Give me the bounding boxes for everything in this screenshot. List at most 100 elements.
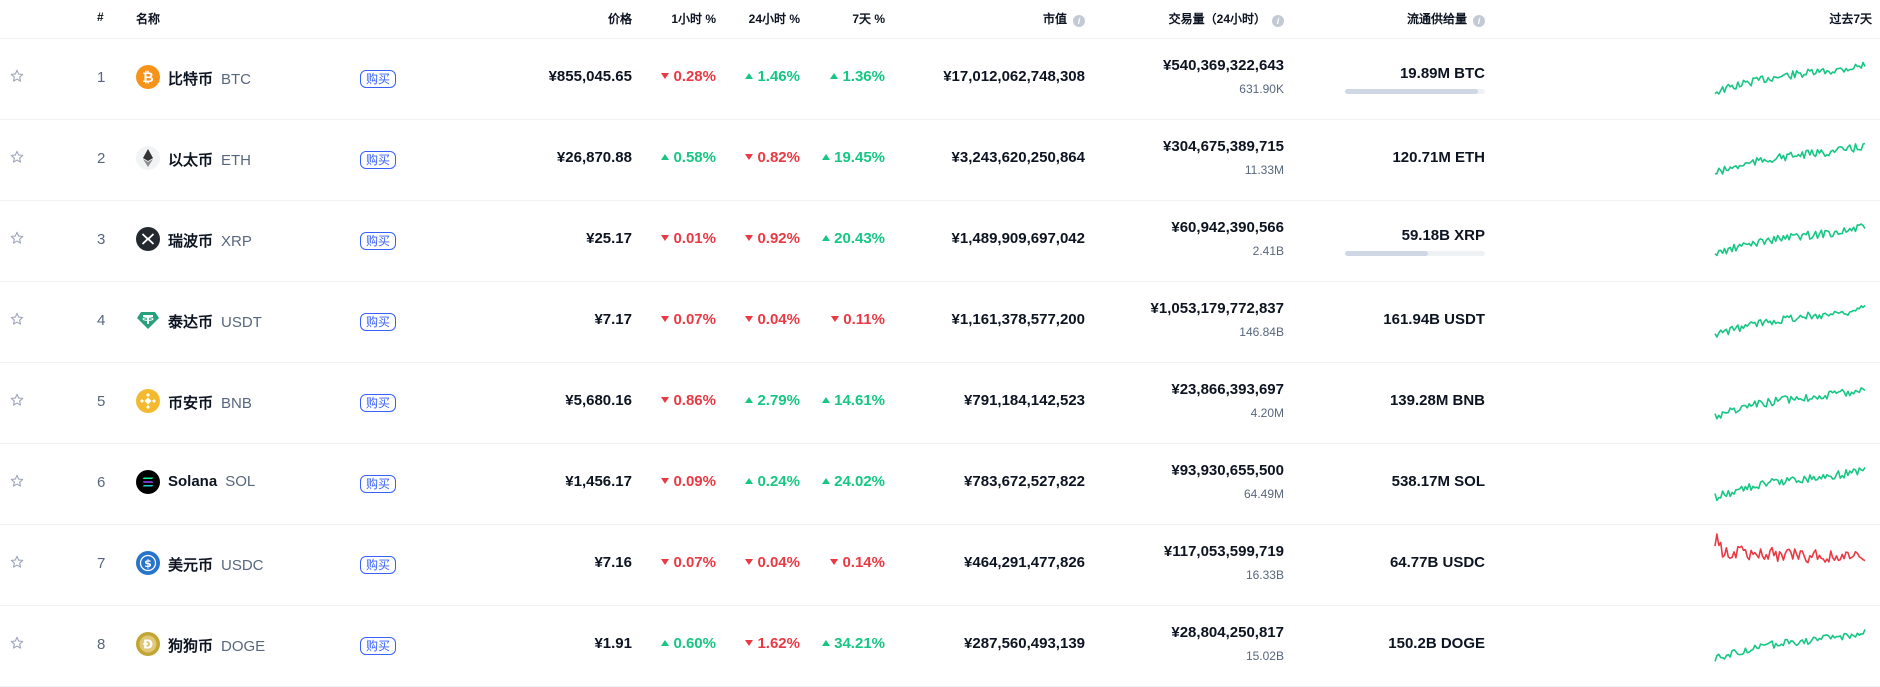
coin-name[interactable]: Solana SOL: [168, 473, 255, 490]
star-icon[interactable]: [10, 231, 24, 245]
change-7d-value: 34.21%: [834, 635, 885, 652]
star-icon[interactable]: [10, 312, 24, 326]
buy-button[interactable]: 购买: [360, 70, 397, 88]
star-icon[interactable]: [10, 636, 24, 650]
change-7d-value: 24.02%: [834, 473, 885, 490]
caret-down-icon: [745, 235, 754, 241]
table-body: 1 ₿ 比特币 BTC 购买 ¥855,045.65 0.28% 1.46% 1.…: [0, 39, 1880, 687]
star-icon[interactable]: [10, 474, 24, 488]
header-mcap[interactable]: 市值 i: [1043, 10, 1085, 27]
sparkline-chart[interactable]: [1712, 449, 1872, 509]
change-7d-value: 20.43%: [834, 230, 885, 247]
info-icon[interactable]: i: [1073, 15, 1085, 27]
sparkline-chart[interactable]: [1712, 125, 1872, 185]
buy-button[interactable]: 购买: [360, 313, 397, 331]
rank: 7: [97, 555, 106, 572]
volume-24h[interactable]: ¥540,369,322,643: [1163, 57, 1284, 74]
volume-24h[interactable]: ¥60,942,390,566: [1171, 219, 1284, 236]
volume-24h[interactable]: ¥23,866,393,697: [1171, 381, 1284, 398]
caret-down-icon: [830, 559, 839, 565]
volume-coin: 16.33B: [1245, 568, 1284, 582]
sparkline-path: [1714, 142, 1866, 175]
table-row[interactable]: 8 Ð 狗狗币 DOGE 购买 ¥1.91 0.60% 1.62% 34.21% …: [0, 606, 1880, 687]
change-1h-value: 0.28%: [673, 68, 716, 85]
volume-24h[interactable]: ¥304,675,389,715: [1163, 138, 1284, 155]
caret-up-icon: [822, 235, 831, 241]
caret-down-icon: [661, 235, 670, 241]
change-7d-value: 0.11%: [843, 311, 885, 328]
change-1h: 0.60%: [661, 635, 716, 652]
star-icon[interactable]: [10, 69, 24, 83]
coin-symbol: SOL: [225, 473, 256, 490]
volume-24h[interactable]: ¥117,053,599,719: [1164, 543, 1284, 560]
sparkline-chart[interactable]: [1712, 287, 1872, 347]
header-mcap-label: 市值: [1042, 12, 1067, 26]
volume-24h[interactable]: ¥1,053,179,772,837: [1151, 300, 1284, 317]
buy-button[interactable]: 购买: [360, 394, 397, 412]
table-row[interactable]: 5 币安币 BNB 购买 ¥5,680.16 0.86% 2.79% 14.61%…: [0, 363, 1880, 444]
buy-button[interactable]: 购买: [360, 475, 397, 493]
change-1h: 0.09%: [661, 473, 716, 490]
supply-progress-bar: [1345, 251, 1485, 256]
buy-button[interactable]: 购买: [360, 637, 397, 655]
sparkline-chart[interactable]: [1712, 530, 1872, 590]
volume-coin: 146.84B: [1239, 325, 1284, 339]
change-7d: 20.43%: [822, 230, 885, 247]
coin-name[interactable]: 以太币 ETH: [168, 149, 251, 170]
change-24h: 0.24%: [745, 473, 800, 490]
change-1h-value: 0.86%: [673, 392, 716, 409]
header-24h[interactable]: 24小时 %: [749, 10, 800, 27]
caret-up-icon: [745, 73, 754, 79]
svg-text:$: $: [144, 557, 152, 570]
caret-up-icon: [822, 478, 831, 484]
coin-name[interactable]: 狗狗币 DOGE: [168, 635, 265, 656]
caret-up-icon: [822, 397, 831, 403]
change-7d: 19.45%: [822, 149, 885, 166]
coin-name[interactable]: 比特币 BTC: [168, 68, 251, 89]
change-1h-value: 0.60%: [673, 635, 716, 652]
sparkline-chart[interactable]: [1712, 44, 1872, 104]
header-supply[interactable]: 流通供给量 i: [1407, 10, 1485, 27]
rank: 3: [97, 231, 106, 248]
table-row[interactable]: 3 瑞波币 XRP 购买 ¥25.17 0.01% 0.92% 20.43% ¥1…: [0, 201, 1880, 282]
header-name[interactable]: 名称: [136, 10, 160, 27]
table-row[interactable]: 2 以太币 ETH 购买 ¥26,870.88 0.58% 0.82% 19.45…: [0, 120, 1880, 201]
coin-name[interactable]: 美元币 USDC: [168, 554, 264, 575]
sparkline-chart[interactable]: [1712, 206, 1872, 266]
change-24h-value: 0.04%: [757, 311, 800, 328]
volume-24h[interactable]: ¥28,804,250,817: [1171, 624, 1284, 641]
table-row[interactable]: 6 Solana SOL 购买 ¥1,456.17 0.09% 0.24% 24.…: [0, 444, 1880, 525]
buy-button[interactable]: 购买: [360, 151, 397, 169]
info-icon[interactable]: i: [1473, 15, 1485, 27]
header-1h[interactable]: 1小时 %: [671, 10, 716, 27]
coin-name[interactable]: 币安币 BNB: [168, 392, 252, 413]
coin-name[interactable]: 瑞波币 XRP: [168, 230, 252, 251]
sparkline-path: [1714, 61, 1866, 95]
change-24h: 0.82%: [745, 149, 800, 166]
header-7d[interactable]: 7天 %: [852, 10, 885, 27]
table-row[interactable]: 4 泰达币 USDT 购买 ¥7.17 0.07% 0.04% 0.11% ¥1,…: [0, 282, 1880, 363]
sparkline-chart[interactable]: [1712, 368, 1872, 428]
change-24h-value: 2.79%: [757, 392, 800, 409]
change-1h: 0.07%: [661, 554, 716, 571]
change-24h-value: 0.92%: [757, 230, 800, 247]
info-icon[interactable]: i: [1272, 15, 1284, 27]
sparkline-chart[interactable]: [1712, 611, 1872, 671]
buy-button[interactable]: 购买: [360, 556, 397, 574]
coin-name[interactable]: 泰达币 USDT: [168, 311, 262, 332]
sparkline-path: [1714, 223, 1866, 257]
volume-24h[interactable]: ¥93,930,655,500: [1171, 462, 1284, 479]
header-rank[interactable]: #: [97, 10, 104, 24]
buy-button[interactable]: 购买: [360, 232, 397, 250]
star-icon[interactable]: [10, 555, 24, 569]
change-1h: 0.58%: [661, 149, 716, 166]
table-row[interactable]: 1 ₿ 比特币 BTC 购买 ¥855,045.65 0.28% 1.46% 1.…: [0, 39, 1880, 120]
star-icon[interactable]: [10, 150, 24, 164]
star-icon[interactable]: [10, 393, 24, 407]
caret-down-icon: [661, 559, 670, 565]
header-price[interactable]: 价格: [608, 10, 632, 27]
header-volume[interactable]: 交易量（24小时） i: [1169, 10, 1284, 27]
change-24h: 0.04%: [745, 311, 800, 328]
circulating-supply: 139.28M BNB: [1389, 392, 1485, 409]
table-row[interactable]: 7 $ 美元币 USDC 购买 ¥7.16 0.07% 0.04% 0.14% ¥…: [0, 525, 1880, 606]
